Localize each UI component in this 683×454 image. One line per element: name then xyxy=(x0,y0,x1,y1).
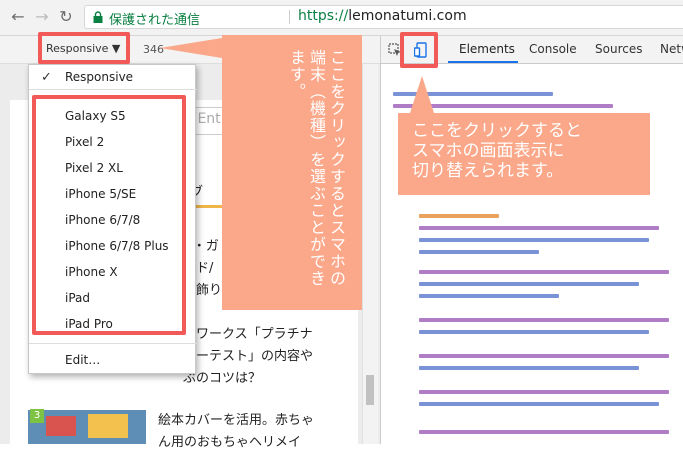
menu-divider xyxy=(29,89,197,90)
article-line: ぶのコツは？ xyxy=(183,371,262,386)
article-line: ーワークス「プラチナ xyxy=(183,327,313,342)
article-thumbnail[interactable] xyxy=(28,410,146,444)
code-line xyxy=(419,402,659,406)
code-line xyxy=(419,330,649,334)
reload-icon[interactable]: ↻ xyxy=(56,7,76,27)
code-line xyxy=(419,250,539,254)
check-icon: ✓ xyxy=(41,70,52,85)
menu-divider xyxy=(29,343,197,344)
callout-line: ここをクリックすると xyxy=(412,121,582,141)
callout-line: スマホの画面表示に xyxy=(412,141,565,161)
url-text[interactable]: https://lemonatumi.com xyxy=(298,8,467,24)
code-line xyxy=(419,318,669,322)
article-line: ん用のおもちゃヘリメイ xyxy=(158,435,302,450)
article-item-3[interactable]: 絵本カバーを活用。赤ちゃ ん用のおもちゃヘリメイ xyxy=(158,410,314,454)
forward-arrow-icon[interactable]: → xyxy=(32,7,52,27)
code-line xyxy=(419,226,659,230)
callout-pointer xyxy=(410,76,434,113)
secure-connection-label: 保護された通信 xyxy=(109,13,201,28)
lock-icon xyxy=(93,11,103,23)
thumbnail-graphic xyxy=(88,414,128,438)
article-line: 絵本カバーを活用。赤ちゃ xyxy=(158,413,315,428)
scrollbar-thumb[interactable] xyxy=(366,375,374,405)
browser-toolbar: ← → ↻ 保護された通信 https://lemonatumi.com xyxy=(0,0,683,36)
tab-console[interactable]: Console xyxy=(529,42,577,56)
tab-elements[interactable]: Elements xyxy=(459,42,515,56)
callout-pointer xyxy=(160,38,222,58)
rank-badge: 3 xyxy=(30,409,44,423)
active-tab-indicator xyxy=(448,61,518,63)
url-host: lemonatumi.com xyxy=(348,8,467,24)
code-line xyxy=(419,354,669,358)
address-divider xyxy=(289,10,290,24)
tab-network[interactable]: Netw xyxy=(660,42,683,56)
highlight-device-select xyxy=(38,32,130,64)
url-protocol: https:// xyxy=(298,8,349,24)
code-line xyxy=(419,282,639,286)
tab-sources[interactable]: Sources xyxy=(595,42,642,56)
highlight-device-toggle xyxy=(400,32,438,68)
code-line xyxy=(419,366,639,370)
device-toggle-callout: ここをクリックすると スマホの画面表示に 切り替えられます。 xyxy=(398,113,650,195)
code-line xyxy=(419,294,559,298)
code-line xyxy=(419,430,669,434)
callout-line: 切り替えられます。 xyxy=(412,161,564,181)
article-line: ターテスト」の内容や xyxy=(183,349,314,364)
callout-text: ここをクリックするとスマホの端末（機種）を選ぶことができます。 xyxy=(287,49,346,287)
thumbnail-graphic xyxy=(46,416,76,436)
back-arrow-icon[interactable]: ← xyxy=(8,7,28,27)
highlight-device-list xyxy=(32,95,186,335)
code-line xyxy=(419,214,499,218)
menu-item-edit[interactable]: Edit… xyxy=(65,353,100,367)
device-select-callout: ここをクリックするとスマホの端末（機種）を選ぶことができます。 xyxy=(222,35,362,310)
article-item-2[interactable]: ーワークス「プラチナ ターテスト」の内容や ぶのコツは？ xyxy=(183,324,313,390)
address-bar[interactable]: 保護された通信 https://lemonatumi.com xyxy=(84,5,683,29)
menu-item-responsive[interactable]: Responsive xyxy=(65,70,133,84)
code-line xyxy=(419,270,669,274)
code-line xyxy=(419,390,669,394)
code-line xyxy=(419,238,649,242)
